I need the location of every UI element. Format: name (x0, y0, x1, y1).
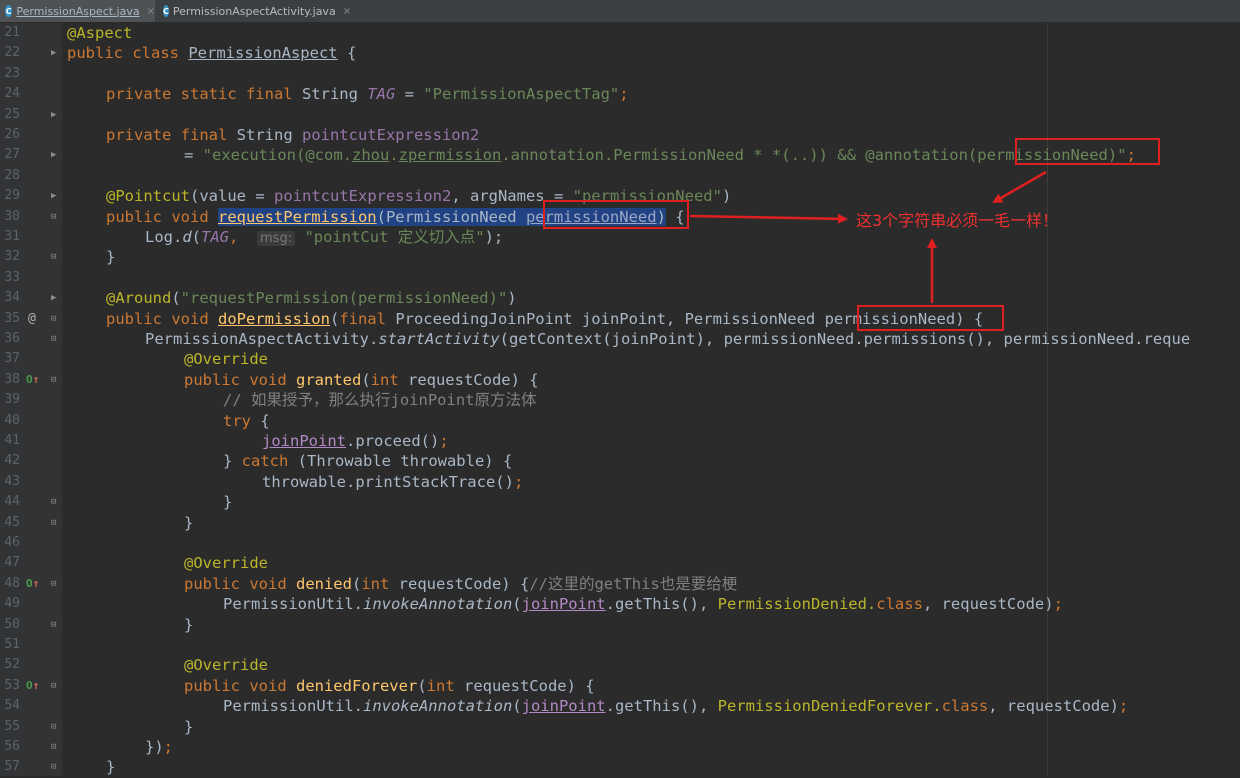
arrow-from-method-param (689, 213, 848, 224)
callout-arrows (689, 170, 1047, 303)
annotation-note: 这3个字符串必须一毛一样！ (856, 211, 1059, 230)
arrow-from-pointcut-string (992, 170, 1047, 204)
